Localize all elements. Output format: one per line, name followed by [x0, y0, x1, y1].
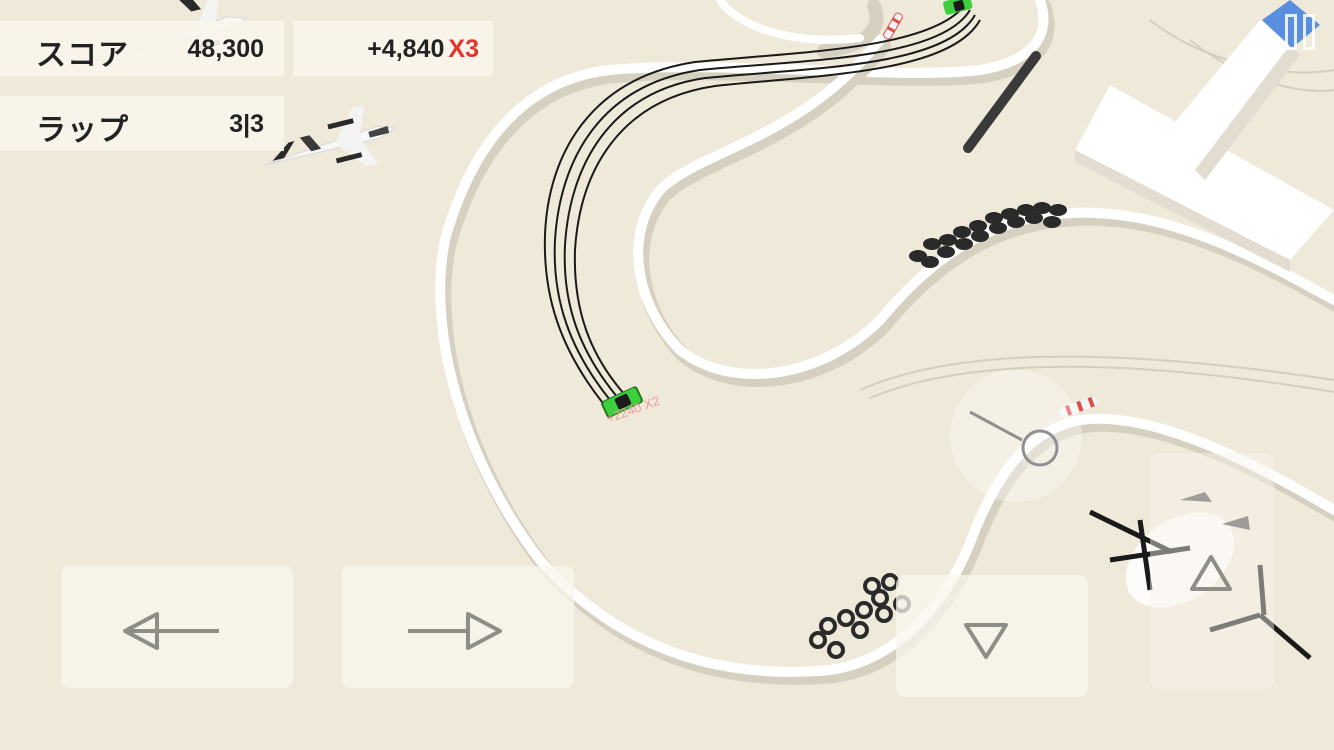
lap-panel: ラップ 3|3 [0, 96, 284, 151]
fresh-skid-marks [543, 4, 981, 403]
bonus-multiplier: X3 [448, 35, 479, 63]
score-value: 48,300 [187, 35, 264, 63]
striped-pylon [883, 12, 903, 40]
bonus-points: +4,840 [367, 35, 445, 63]
score-panel: スコア 48,300 [0, 21, 284, 76]
drift-bonus-panel: +4,840 X3 [293, 21, 493, 76]
pause-icon [1285, 14, 1297, 50]
drift-bonus: +4,840 X3 [367, 35, 479, 64]
brake-triangle-down-icon [964, 623, 1008, 659]
brake-button[interactable] [896, 575, 1088, 697]
steer-left-arrow-icon [123, 612, 219, 650]
lap-label: ラップ [36, 113, 129, 148]
score-label: スコア [36, 38, 129, 73]
accelerate-button[interactable] [1150, 453, 1274, 689]
pause-icon-bar [1303, 14, 1315, 50]
lap-value: 3|3 [229, 110, 264, 138]
steer-left-button[interactable] [61, 566, 293, 688]
steering-indicator [950, 370, 1082, 502]
steer-right-arrow-icon [408, 612, 502, 650]
accelerate-triangle-up-icon [1190, 555, 1232, 591]
tire-stack [909, 202, 1067, 268]
steer-right-button[interactable] [342, 566, 574, 688]
pause-button[interactable] [1285, 14, 1325, 50]
